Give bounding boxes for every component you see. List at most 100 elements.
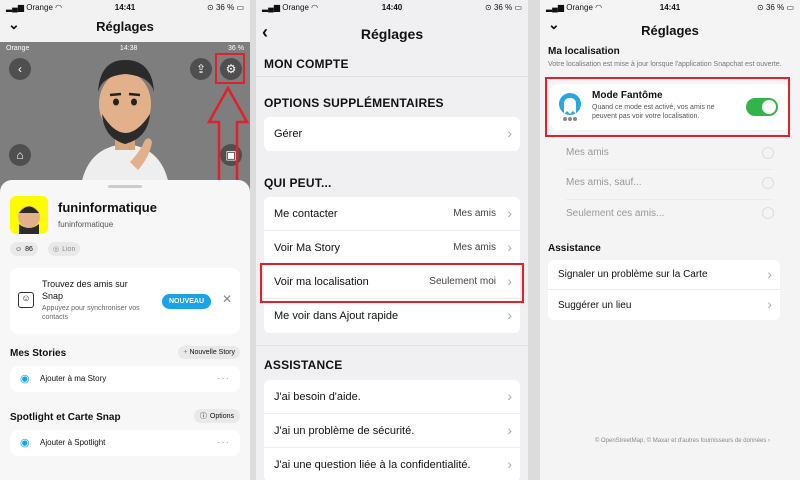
option-label: Mes amis <box>566 147 609 158</box>
chevron-left-icon: ‹ <box>18 62 22 76</box>
share-icon: ⇪ <box>195 62 207 76</box>
status-time: 14:40 <box>381 2 403 12</box>
safety-row[interactable]: J'ai un problème de sécurité. › <box>264 414 520 448</box>
chevron-right-icon: › <box>767 266 772 282</box>
close-icon[interactable]: ✕ <box>222 292 232 306</box>
options-button[interactable]: ⓘ Options <box>193 409 240 423</box>
manage-group: Gérer › <box>264 117 520 151</box>
status-bar: ▂▄▆ Orange ◠ 14:41 ⊙ 36 % ▭ <box>0 0 250 14</box>
location-description: Votre localisation est mise à jour lorsq… <box>548 61 782 68</box>
new-story-button[interactable]: + Nouvelle Story <box>178 346 240 359</box>
manage-row[interactable]: Gérer › <box>264 117 520 151</box>
status-bar: ▂▄▆ Orange ◠ 14:40 ⊙ 36 % ▭ <box>256 0 528 14</box>
highlight-ghost-mode <box>545 77 790 137</box>
chevron-right-icon: › <box>507 125 512 141</box>
new-button[interactable]: NOUVEAU <box>162 294 212 309</box>
hanger-icon: ⌂ <box>16 148 24 162</box>
display-name: funinformatique <box>58 200 157 215</box>
assistance-title: Assistance <box>548 243 601 254</box>
chevron-right-icon: › <box>767 296 772 312</box>
radio-button[interactable] <box>762 146 774 159</box>
share-button[interactable]: ⇪ <box>190 58 212 80</box>
row-label: Voir Ma Story <box>274 241 341 254</box>
bitmoji-avatar <box>80 60 170 192</box>
row-label: J'ai un problème de sécurité. <box>274 424 415 437</box>
add-spotlight-label: Ajouter à Spotlight <box>40 438 106 447</box>
attribution-text: © OpenStreetMap, © Maxar et d'autres fou… <box>594 438 767 444</box>
highlight-settings <box>215 53 245 84</box>
help-row[interactable]: J'ai besoin d'aide. › <box>264 380 520 414</box>
zodiac-badge[interactable]: ◎ Lion <box>48 242 81 256</box>
username: funinformatique <box>58 220 114 229</box>
row-label: J'ai besoin d'aide. <box>274 390 361 403</box>
info-icon: ⓘ <box>199 413 207 420</box>
privacy-row[interactable]: J'ai une question liée à la confidential… <box>264 448 520 480</box>
drag-handle[interactable] <box>108 185 142 188</box>
plus-icon: + <box>183 349 188 356</box>
row-label: J'ai une question liée à la confidential… <box>274 459 471 471</box>
assistance-group: Signaler un problème sur la Carte › Suggé… <box>548 260 780 320</box>
profile-panel: ▂▄▆ Orange ◠ 14:41 ⊙ 36 % ▭ ⌄ Réglages O… <box>0 0 250 480</box>
page-title: Réglages <box>360 26 424 42</box>
hero-battery: 36 % <box>228 44 244 52</box>
snap-score-badge[interactable]: ☺ 86 <box>10 242 38 256</box>
highlight-location <box>260 263 524 303</box>
ghost-icon: ☺ <box>15 245 23 253</box>
snapcode[interactable] <box>10 196 48 234</box>
status-time: 14:41 <box>114 2 136 12</box>
section-who-can: QUI PEUT... <box>264 176 332 190</box>
status-time: 14:41 <box>659 2 681 12</box>
add-spotlight-row[interactable]: ◉ Ajouter à Spotlight ··· <box>10 430 240 456</box>
zodiac-icon: ◎ <box>53 246 60 253</box>
add-story-label: Ajouter à ma Story <box>40 374 107 383</box>
suggest-place-row[interactable]: Suggérer un lieu › <box>548 290 780 320</box>
chevron-right-icon: › <box>507 205 512 221</box>
report-map-issue-row[interactable]: Signaler un problème sur la Carte › <box>548 260 780 290</box>
snapcode-image <box>18 206 40 234</box>
assistance-group: J'ai besoin d'aide. › J'ai un problème de… <box>264 380 520 480</box>
option-only-these-friends[interactable]: Seulement ces amis... <box>566 196 774 230</box>
option-my-friends[interactable]: Mes amis <box>566 136 774 170</box>
back-button[interactable]: ‹ <box>9 58 31 80</box>
more-icon[interactable]: ··· <box>217 373 230 384</box>
snap-score: 86 <box>25 245 33 253</box>
row-label: Me contacter <box>274 207 338 220</box>
radio-button[interactable] <box>762 176 774 189</box>
option-label: Mes amis, sauf... <box>566 177 642 188</box>
chevron-right-icon: › <box>507 388 512 404</box>
find-friends-card[interactable]: ☺ Trouvez des amis sur Snap Appuyez pour… <box>10 268 240 334</box>
add-story-row[interactable]: ◉ Ajouter à ma Story ··· <box>10 366 240 392</box>
visibility-options: Mes amis Mes amis, sauf... Seulement ces… <box>548 136 792 228</box>
section-assistance: ASSISTANCE <box>264 358 343 372</box>
stories-title: Mes Stories <box>10 348 67 359</box>
outfit-button[interactable]: ⌂ <box>9 144 31 166</box>
find-friends-subtitle: Appuyez pour synchroniser vos contacts <box>42 305 140 321</box>
settings-panel: ▂▄▆ Orange ◠ 14:40 ⊙ 36 % ▭ ‹ Réglages M… <box>256 0 528 480</box>
radio-button[interactable] <box>762 207 774 219</box>
row-value: Mes amis <box>453 208 496 219</box>
camera-icon: ◉ <box>20 373 30 385</box>
hero-carrier: Orange <box>6 44 30 52</box>
more-icon[interactable]: ··· <box>217 437 230 448</box>
status-bar: ▂▄▆ Orange ◠ 14:41 ⊙ 36 % ▭ <box>540 0 800 14</box>
view-story-row[interactable]: Voir Ma Story Mes amis › <box>264 231 520 265</box>
chevron-right-icon: › <box>507 422 512 438</box>
options-label: Options <box>209 412 234 420</box>
chevron-right-icon: › <box>768 438 770 444</box>
row-label: Suggérer un lieu <box>558 299 632 311</box>
bitmoji-hero: Orange 14:38 36 % ‹ ⇪ ⚙ ⌂ ▣ <box>0 42 250 194</box>
spotlight-title: Spotlight et Carte Snap <box>10 412 121 423</box>
row-value: Mes amis <box>453 242 496 253</box>
chevron-right-icon: › <box>507 307 512 323</box>
section-my-account: MON COMPTE <box>264 57 349 71</box>
page-title: Réglages <box>641 23 699 38</box>
zodiac-label: Lion <box>62 245 76 253</box>
chevron-right-icon: › <box>507 456 512 472</box>
camera-icon: ◉ <box>20 437 30 449</box>
contact-me-row[interactable]: Me contacter Mes amis › <box>264 197 520 231</box>
contacts-icon: ☺ <box>18 292 34 308</box>
location-panel: ▂▄▆ Orange ◠ 14:41 ⊙ 36 % ▭ ⌄ Réglages M… <box>540 0 800 480</box>
map-attribution[interactable]: © OpenStreetMap, © Maxar et d'autres fou… <box>540 438 770 444</box>
quick-add-row[interactable]: Me voir dans Ajout rapide › <box>264 299 520 333</box>
option-friends-except[interactable]: Mes amis, sauf... <box>566 166 774 200</box>
